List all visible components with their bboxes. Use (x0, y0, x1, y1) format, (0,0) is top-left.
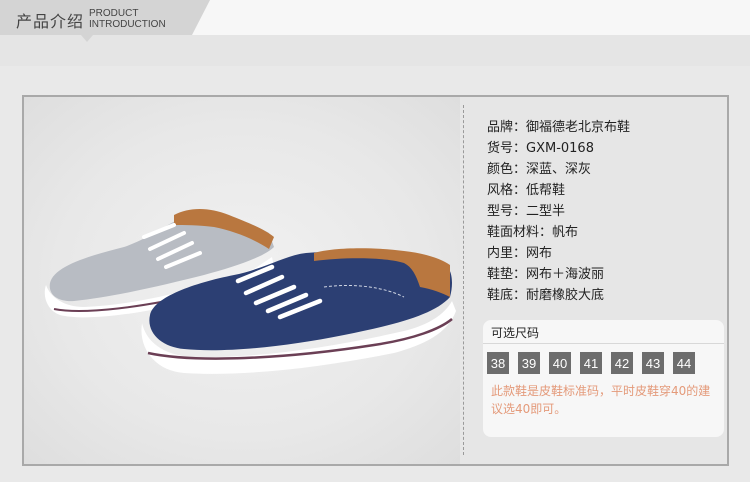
size-panel-title: 可选尺码 (491, 326, 540, 340)
section-title: 产品介绍 (16, 12, 85, 31)
spec-upper-material: 鞋面材料：帆布 (487, 225, 579, 240)
spec-insole: 鞋垫：网布＋海波丽 (487, 267, 605, 282)
spec-brand: 品牌：御福德老北京布鞋 (487, 120, 631, 135)
shoes-image (44, 209, 456, 374)
section-header: 产品介绍 PRODUCT INTRODUCTION (0, 0, 750, 66)
size-option-41[interactable]: 41 (580, 352, 602, 374)
size-option-38[interactable]: 38 (487, 352, 509, 374)
spec-item-number: 货号：GXM-0168 (487, 141, 594, 156)
size-option-39[interactable]: 39 (518, 352, 540, 374)
size-option-40[interactable]: 40 (549, 352, 571, 374)
size-options: 38 39 40 41 42 43 44 (487, 352, 723, 374)
size-option-44[interactable]: 44 (673, 352, 695, 374)
header-lower-band (0, 35, 750, 66)
section-subtitle: PRODUCT INTRODUCTION (89, 8, 189, 30)
subtitle-line-1: PRODUCT (89, 8, 139, 19)
subtitle-line-2: INTRODUCTION (89, 19, 166, 30)
spec-outsole: 鞋底：耐磨橡胶大底 (487, 288, 605, 303)
size-option-42[interactable]: 42 (611, 352, 633, 374)
size-advice: 此款鞋是皮鞋标准码，平时皮鞋穿40的建议选40即可。 (491, 384, 711, 416)
size-option-43[interactable]: 43 (642, 352, 664, 374)
spec-color: 颜色：深蓝、深灰 (487, 162, 592, 177)
size-panel-divider (483, 343, 724, 344)
spec-style: 风格：低帮鞋 (487, 183, 566, 198)
spec-lining: 内里：网布 (487, 246, 553, 261)
spec-list: 品牌：御福德老北京布鞋 货号：GXM-0168 颜色：深蓝、深灰 风格：低帮鞋 … (487, 117, 727, 306)
spec-model: 型号：二型半 (487, 204, 566, 219)
header-pointer-icon (81, 35, 93, 42)
vertical-divider (463, 105, 464, 455)
